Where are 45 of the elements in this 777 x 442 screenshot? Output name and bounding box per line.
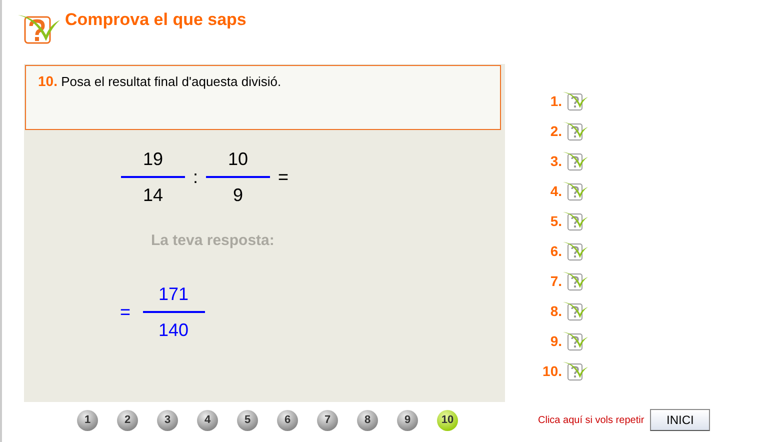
- unanswered-icon: [562, 361, 588, 381]
- answer-numerator: 171: [158, 283, 189, 305]
- unanswered-icon: [562, 241, 588, 261]
- unanswered-icon: [562, 151, 588, 171]
- start-button[interactable]: INICI: [650, 409, 710, 431]
- page-button[interactable]: 4: [197, 410, 218, 430]
- page-title: Comprova el que saps: [65, 10, 246, 30]
- result-number: 5.: [549, 213, 562, 229]
- restart-hint: Clica aquí si vols repetir: [538, 414, 644, 426]
- page-button[interactable]: 5: [237, 410, 258, 430]
- page-button[interactable]: 8: [357, 410, 378, 430]
- result-number: 4.: [549, 183, 562, 199]
- result-number: 7.: [549, 273, 562, 289]
- question-number: 10.: [38, 73, 58, 89]
- unanswered-icon: [562, 211, 588, 231]
- question-text: Posa el resultat final d'aquesta divisió.: [61, 74, 282, 89]
- answer-label: La teva resposta:: [151, 232, 276, 249]
- result-number: 9.: [549, 333, 562, 349]
- page-button[interactable]: 6: [277, 410, 298, 430]
- denominator: 14: [142, 184, 164, 206]
- division-sign: :: [193, 166, 198, 188]
- equals-sign: =: [120, 302, 131, 322]
- numerator: 19: [142, 148, 164, 170]
- page-button[interactable]: 7: [317, 410, 338, 430]
- result-number: 10.: [542, 363, 562, 379]
- result-number: 2.: [549, 123, 562, 139]
- unanswered-icon: [562, 271, 588, 291]
- unanswered-icon: [562, 121, 588, 141]
- answer-denominator: 140: [158, 319, 189, 341]
- page-button[interactable]: 1: [77, 410, 98, 430]
- unanswered-icon: [562, 91, 588, 111]
- page-button[interactable]: 9: [397, 410, 418, 430]
- unanswered-icon: [562, 331, 588, 351]
- page-button[interactable]: 2: [117, 410, 138, 430]
- unanswered-icon: [562, 301, 588, 321]
- result-number: 3.: [549, 153, 562, 169]
- page-button[interactable]: 3: [157, 410, 178, 430]
- result-number: 8.: [549, 303, 562, 319]
- page-button[interactable]: 10: [437, 410, 458, 430]
- result-number: 6.: [549, 243, 562, 259]
- result-number: 1.: [549, 93, 562, 109]
- numerator: 10: [228, 148, 248, 170]
- denominator: 9: [233, 184, 244, 206]
- equals-sign: =: [278, 166, 289, 188]
- unanswered-icon: [562, 181, 588, 201]
